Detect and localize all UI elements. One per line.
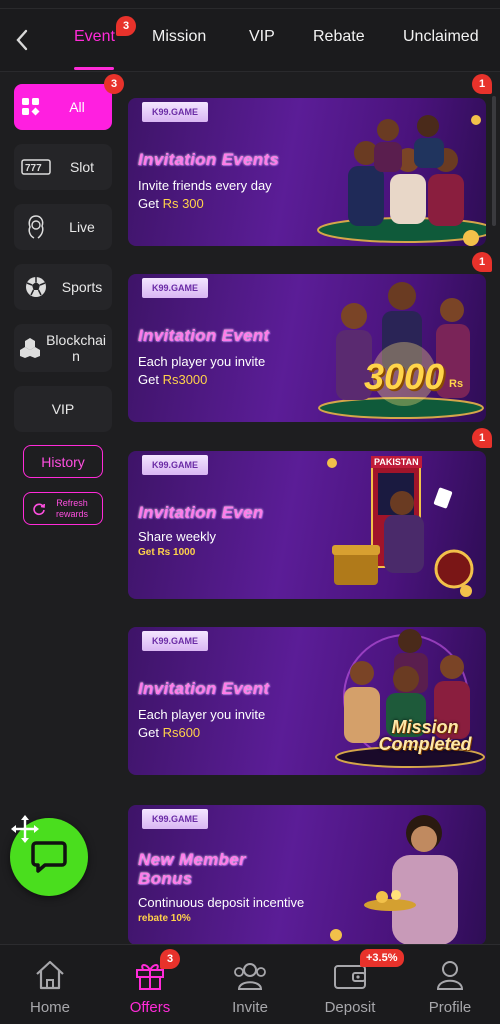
refresh-rewards-button[interactable]: Refresh rewards [23, 492, 103, 525]
move-handle-icon[interactable] [10, 814, 40, 844]
profile-icon [410, 955, 490, 991]
offer-banner[interactable]: K99.GAME Invitation Event Each player yo… [128, 627, 486, 775]
soccer-ball-icon [14, 276, 58, 298]
offer-banner[interactable]: K99.GAME Invitation Events Invite friend… [128, 98, 486, 246]
sidebar-all-badge: 3 [104, 74, 124, 94]
refresh-rewards-label: Refresh rewards [55, 497, 88, 519]
grid-icon [14, 97, 48, 117]
sidebar-item-sports[interactable]: Sports [14, 264, 112, 310]
nav-label: Deposit [324, 999, 376, 1016]
back-button[interactable] [10, 26, 34, 54]
tab-event[interactable]: Event [74, 28, 115, 46]
banner-subtitle: Continuous deposit incentive [138, 895, 305, 910]
banner-title: Invitation Event [138, 679, 270, 698]
tab-mission[interactable]: Mission [152, 28, 206, 46]
brand-tag: K99.GAME [142, 809, 209, 829]
banner-title: New Member Bonus [138, 850, 246, 888]
brand-tag: K99.GAME [142, 102, 209, 122]
banner-illustration [330, 815, 458, 945]
chevron-left-icon [16, 29, 28, 51]
nav-invite[interactable]: Invite [210, 955, 290, 1016]
offers-screen: Event 3 Mission VIP Rebate Unclaimed All… [0, 0, 500, 1024]
offer-banner[interactable]: K99.GAME Invitation Event Each player yo… [128, 274, 486, 422]
sidebar-item-label: VIP [51, 400, 75, 417]
refresh-icon [33, 502, 45, 515]
banner-art-amount: 3000 [364, 356, 445, 397]
sidebar-item-all[interactable]: All [14, 84, 112, 130]
top-divider [0, 8, 500, 9]
sidebar-item-slot[interactable]: 777 Slot [14, 144, 112, 190]
nav-label: Profile [428, 999, 472, 1016]
history-button[interactable]: History [23, 445, 103, 478]
banner-reward: Get Rs 1000 [138, 547, 196, 558]
banner-reward: Get Rs 300 [138, 196, 204, 211]
sidebar-item-vip[interactable]: VIP [14, 386, 112, 432]
offer-banner[interactable]: K99.GAME New Member Bonus Continuous dep… [128, 805, 486, 945]
offer-banner[interactable]: K99.GAME Invitation Even Share weekly Ge… [128, 451, 486, 599]
banner-title: Invitation Events [138, 150, 280, 169]
nav-label: Invite [232, 999, 268, 1016]
nav-offers-badge: 3 [160, 949, 180, 969]
sidebar-item-label: Blockchai n [46, 331, 106, 364]
offer-badge: 1 [472, 74, 492, 94]
sidebar-item-label: Live [69, 218, 95, 235]
scrollbar[interactable] [492, 96, 496, 226]
sidebar-item-label: All [69, 98, 85, 115]
banner-title: Invitation Event [138, 326, 270, 345]
banner-illustration [318, 282, 484, 419]
banner-art-currency: Rs [449, 378, 464, 390]
brand-tag: K99.GAME [142, 631, 209, 651]
sidebar-item-blockchain[interactable]: Blockchai n [14, 324, 112, 372]
sidebar-item-label: Sports [61, 278, 103, 295]
svg-text:777: 777 [25, 163, 42, 174]
banner-subtitle: Invite friends every day [138, 178, 272, 193]
tab-unclaimed[interactable]: Unclaimed [403, 28, 479, 46]
nav-label: Offers [129, 999, 171, 1016]
home-icon [10, 955, 90, 991]
banner-reward: Get Rs3000 [138, 372, 208, 387]
brand-tag: K99.GAME [142, 278, 209, 298]
banner-reward: rebate 10% [138, 913, 191, 924]
brand-tag: K99.GAME [142, 455, 209, 475]
offer-badge: 1 [472, 252, 492, 272]
offer-badge: 1 [472, 428, 492, 448]
tab-vip[interactable]: VIP [249, 28, 275, 46]
nav-home[interactable]: Home [10, 955, 90, 1016]
banner-title: Invitation Even [138, 503, 264, 522]
sidebar-item-label: Slot [69, 158, 95, 175]
users-icon [210, 955, 290, 991]
nav-deposit-badge: +3.5% [360, 949, 404, 967]
sidebar-item-live[interactable]: Live [14, 204, 112, 250]
banner-art-label: PAKISTAN [371, 456, 422, 468]
banner-illustration [317, 115, 486, 246]
banner-subtitle: Share weekly [138, 529, 217, 544]
blockchain-icon [14, 337, 46, 359]
banner-subtitle: Each player you invite [138, 707, 266, 722]
live-dealer-icon [14, 214, 58, 240]
slot-icon: 777 [14, 159, 58, 175]
active-tab-indicator [74, 67, 114, 70]
chat-bubble-icon [31, 841, 67, 873]
tab-rebate[interactable]: Rebate [313, 28, 365, 46]
banner-illustration [327, 456, 474, 597]
tab-event-badge: 3 [116, 16, 136, 36]
bottom-navigation: Home Offers 3 Invite Deposit +3.5% Profi… [0, 944, 500, 1024]
banner-reward: Get Rs600 [138, 725, 201, 740]
banner-art-label: Mission Completed [378, 717, 472, 755]
nav-label: Home [29, 999, 70, 1016]
nav-profile[interactable]: Profile [410, 955, 490, 1016]
event-tabs-bar: Event 3 Mission VIP Rebate Unclaimed [0, 0, 500, 72]
banner-subtitle: Each player you invite [138, 354, 266, 369]
